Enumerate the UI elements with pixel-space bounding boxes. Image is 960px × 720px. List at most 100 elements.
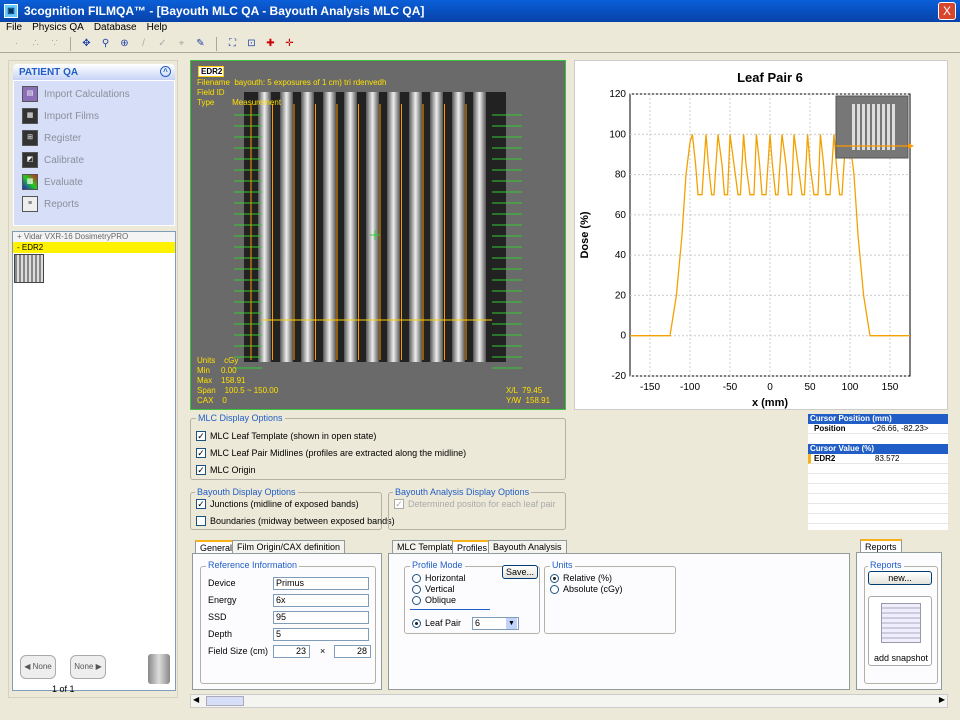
film-thumbnail[interactable] bbox=[14, 254, 44, 283]
reports-icon: ≡ bbox=[22, 196, 38, 212]
tab-general[interactable]: General bbox=[195, 540, 238, 554]
radio-off[interactable] bbox=[412, 595, 421, 605]
mlc-display-title: MLC Display Options bbox=[196, 413, 285, 423]
task-label: Import Films bbox=[44, 110, 99, 122]
task-reports[interactable]: ≡ Reports bbox=[22, 195, 79, 213]
task-calibrate[interactable]: ◩ Calibrate bbox=[22, 151, 84, 169]
scrollbar-thumb[interactable] bbox=[206, 696, 244, 706]
menu-help[interactable]: Help bbox=[147, 22, 168, 35]
menu-database[interactable]: Database bbox=[94, 22, 137, 35]
cursor-value-film: EDR2 bbox=[814, 454, 836, 463]
check-tool-icon[interactable]: ✓ bbox=[156, 37, 169, 50]
chevron-down-icon[interactable]: ▼ bbox=[506, 618, 517, 629]
depth-field[interactable]: 5 bbox=[273, 628, 369, 641]
point-tool-icon[interactable]: · bbox=[10, 37, 23, 50]
radio-label: Relative (%) bbox=[563, 573, 613, 583]
checkbox-disabled: ✓ bbox=[394, 499, 404, 509]
tab-profiles[interactable]: Profiles bbox=[452, 540, 493, 554]
radio-off[interactable] bbox=[412, 584, 421, 594]
task-register[interactable]: ⊞ Register bbox=[22, 129, 81, 147]
radio-on[interactable] bbox=[550, 573, 559, 583]
y-tick-label: 20 bbox=[615, 290, 627, 301]
empty-row bbox=[808, 504, 948, 514]
checkbox-checked[interactable]: ✓ bbox=[196, 465, 206, 475]
scroll-right-icon[interactable]: ▶ bbox=[939, 695, 945, 704]
task-import-calculations[interactable]: ▤ Import Calculations bbox=[22, 85, 130, 103]
task-import-films[interactable]: ▦ Import Films bbox=[22, 107, 99, 125]
relative-radio[interactable]: Relative (%) bbox=[550, 573, 612, 583]
line-tool-icon[interactable]: / bbox=[137, 37, 150, 50]
image-label: EDR2 bbox=[198, 66, 224, 77]
device-field[interactable]: Primus bbox=[273, 577, 369, 590]
x-tick-label: 50 bbox=[804, 382, 816, 393]
mlc-midlines-checkbox[interactable]: ✓ MLC Leaf Pair Midlines (profiles are ex… bbox=[196, 448, 466, 458]
tab-mlc-template[interactable]: MLC Template bbox=[392, 540, 460, 554]
determined-position-checkbox: ✓ Determined positon for each leaf pair bbox=[394, 499, 556, 509]
horizontal-radio[interactable]: Horizontal bbox=[412, 573, 466, 583]
checkbox-unchecked[interactable] bbox=[196, 516, 206, 526]
crosshair-icon[interactable]: ✚ bbox=[264, 37, 277, 50]
absolute-radio[interactable]: Absolute (cGy) bbox=[550, 584, 623, 594]
y-tick-label: -20 bbox=[612, 371, 627, 382]
next-button[interactable]: None ▶ bbox=[70, 655, 106, 679]
radio-on[interactable] bbox=[412, 618, 421, 628]
y-tick-label: 40 bbox=[615, 250, 627, 261]
fit-selection-icon[interactable]: ⊡ bbox=[245, 37, 258, 50]
pin-tool-icon[interactable]: ⌖ bbox=[175, 37, 188, 50]
tab-film-origin[interactable]: Film Origin/CAX definition bbox=[232, 540, 346, 554]
cursor-position-header: Cursor Position (mm) bbox=[808, 414, 948, 424]
leaf-pair-radio[interactable]: Leaf Pair bbox=[412, 618, 461, 628]
pen-tool-icon[interactable]: ✎ bbox=[194, 37, 207, 50]
profile-chart[interactable]: -150 -100 -50 0 50 100 150 -20 0 20 40 60 80 100 120 Le… bbox=[574, 60, 948, 410]
x-tick-label: -100 bbox=[680, 382, 700, 393]
task-evaluate[interactable]: ▩ Evaluate bbox=[22, 173, 83, 191]
field-size-x[interactable]: 23 bbox=[273, 645, 310, 658]
new-report-button[interactable]: new... bbox=[868, 571, 932, 585]
x-axis-label: x (mm) bbox=[752, 397, 788, 409]
menu-file[interactable]: File bbox=[6, 22, 22, 35]
film-list-scanner[interactable]: + Vidar VXR-16 DosimetryPRO bbox=[13, 232, 175, 242]
checkbox-checked[interactable]: ✓ bbox=[196, 431, 206, 441]
field-size-y[interactable]: 28 bbox=[334, 645, 371, 658]
task-label: Register bbox=[44, 132, 82, 144]
zoom-icon[interactable]: ⚲ bbox=[99, 37, 112, 50]
tab-bayouth-analysis[interactable]: Bayouth Analysis bbox=[488, 540, 567, 554]
origin-icon[interactable]: ✛ bbox=[283, 37, 296, 50]
energy-field[interactable]: 6x bbox=[273, 594, 369, 607]
point-tool-3-icon[interactable]: ∵ bbox=[48, 37, 61, 50]
vertical-radio[interactable]: Vertical bbox=[412, 584, 455, 594]
radio-off[interactable] bbox=[550, 584, 559, 594]
horizontal-scrollbar[interactable]: ◀ ▶ bbox=[190, 694, 948, 708]
zoom-in-icon[interactable]: ⊕ bbox=[118, 37, 131, 50]
radio-label: Horizontal bbox=[425, 573, 466, 583]
mlc-leaf-template-checkbox[interactable]: ✓ MLC Leaf Template (shown in open state) bbox=[196, 431, 376, 441]
patient-qa-header[interactable]: PATIENT QA ^ bbox=[13, 64, 175, 80]
prev-button[interactable]: ◀ None bbox=[20, 655, 56, 679]
radio-off[interactable] bbox=[412, 573, 421, 583]
save-button[interactable]: Save... bbox=[502, 565, 538, 579]
empty-row bbox=[808, 464, 948, 474]
scroll-left-icon[interactable]: ◀ bbox=[193, 695, 199, 704]
pan-icon[interactable]: ✥ bbox=[80, 37, 93, 50]
checkbox-checked[interactable]: ✓ bbox=[196, 448, 206, 458]
tab-reports[interactable]: Reports bbox=[860, 539, 902, 553]
point-tool-2-icon[interactable]: ∴ bbox=[29, 37, 42, 50]
inset-band bbox=[877, 104, 880, 150]
oblique-radio[interactable]: Oblique bbox=[412, 595, 456, 605]
leaf-pair-select[interactable]: 6 ▼ bbox=[472, 617, 519, 630]
add-snapshot-button[interactable]: add snapshot bbox=[868, 596, 932, 666]
mlc-origin-checkbox[interactable]: ✓ MLC Origin bbox=[196, 465, 256, 475]
trash-icon[interactable] bbox=[148, 654, 170, 684]
leaf-pair-value: 6 bbox=[475, 618, 481, 628]
import-calculations-icon: ▤ bbox=[22, 86, 38, 102]
fit-window-icon[interactable]: ⛶ bbox=[226, 37, 239, 50]
close-button[interactable]: X bbox=[938, 2, 956, 20]
ssd-field[interactable]: 95 bbox=[273, 611, 369, 624]
y-tick-label: 120 bbox=[609, 89, 626, 100]
film-list-selected[interactable]: - EDR2 bbox=[13, 242, 175, 253]
junctions-checkbox[interactable]: ✓ Junctions (midline of exposed bands) bbox=[196, 499, 359, 509]
menu-physics-qa[interactable]: Physics QA bbox=[32, 22, 84, 35]
checkbox-checked[interactable]: ✓ bbox=[196, 499, 206, 509]
collapse-icon[interactable]: ^ bbox=[160, 66, 171, 77]
boundaries-checkbox[interactable]: Boundaries (midway between exposed bands… bbox=[196, 516, 395, 526]
